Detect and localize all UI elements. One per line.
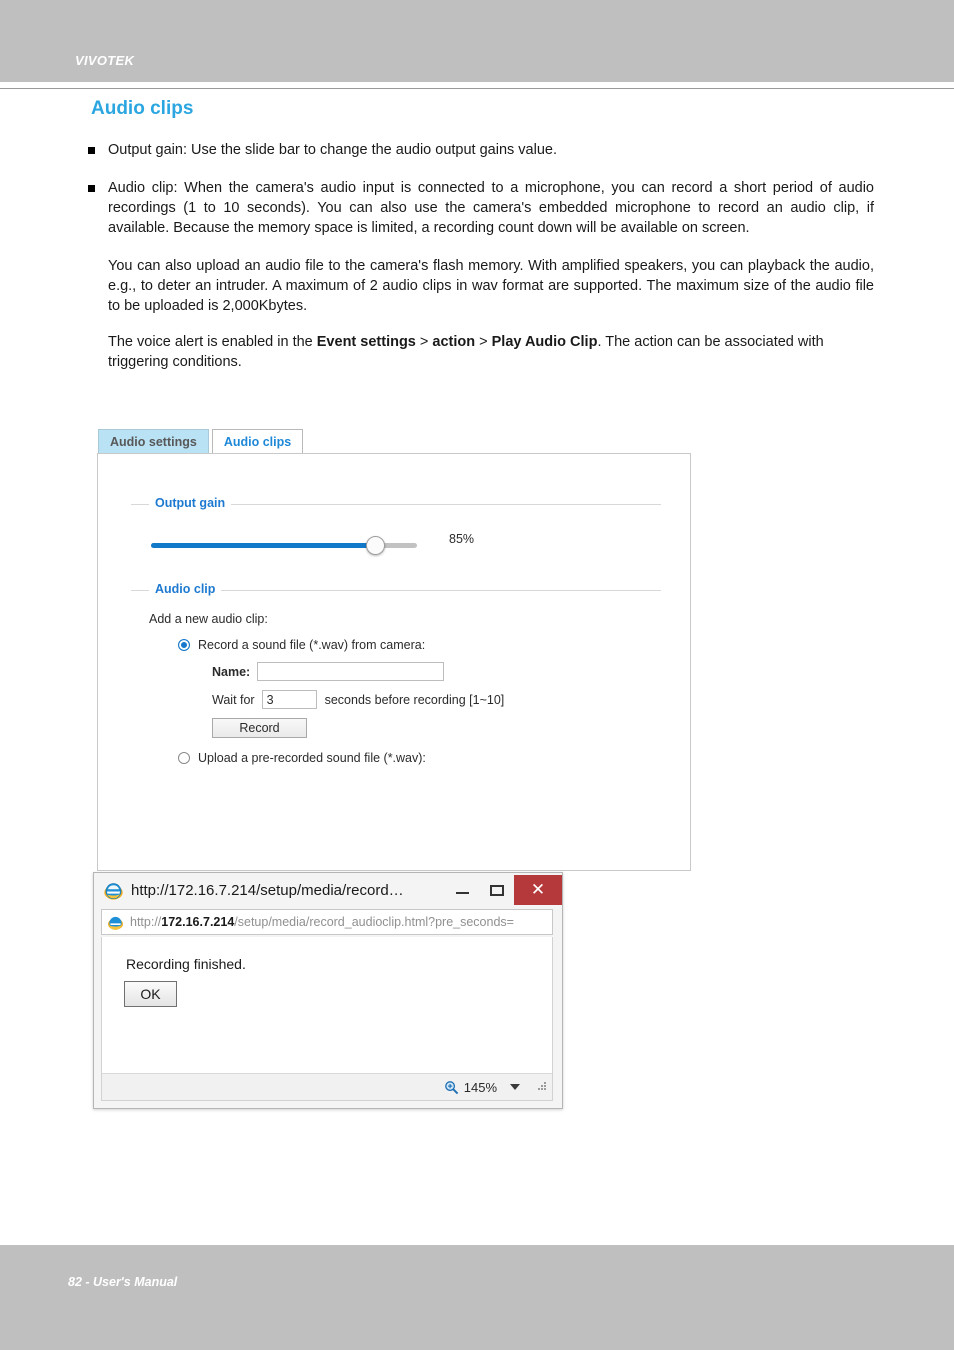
tab-audio-clips[interactable]: Audio clips <box>211 429 304 453</box>
ie-address-bar[interactable]: http://172.16.7.214/setup/media/record_a… <box>101 909 553 935</box>
add-new-clip-label: Add a new audio clip: <box>149 612 268 626</box>
name-label-colon: : <box>246 664 251 679</box>
wait-seconds-input[interactable] <box>261 690 317 709</box>
path-sep-1: > <box>415 334 433 350</box>
paragraph-voice-alert-text: The voice alert is enabled in the Event … <box>108 332 874 372</box>
bullet-audio-clip: Audio clip: When the camera's audio inpu… <box>88 178 874 238</box>
output-gain-legend: Output gain <box>149 496 232 510</box>
path-action: action <box>432 334 476 350</box>
bullet-audio-clip-text: Audio clip: When the camera's audio inpu… <box>108 180 874 236</box>
clip-name-input[interactable] <box>257 662 445 681</box>
bullet-output-gain: Output gain: Use the slide bar to change… <box>88 140 874 160</box>
paragraph-upload-info: You can also upload an audio file to the… <box>108 256 874 316</box>
page-header-band <box>0 0 954 82</box>
ie-page-content: Recording finished. OK <box>101 937 553 1074</box>
zoom-magnifier-icon[interactable] <box>444 1080 459 1095</box>
ie-url-text: http://172.16.7.214/setup/media/record_a… <box>130 915 514 929</box>
wait-field-row: Wait for seconds before recording [1~10] <box>212 690 649 709</box>
paragraph-upload-info-text: You can also upload an audio file to the… <box>108 258 874 314</box>
radio-upload-label: Upload a pre-recorded sound file (*.wav)… <box>198 751 426 765</box>
vivotek-logo: VIVOTEK <box>75 53 135 68</box>
radio-record-from-camera[interactable] <box>178 639 190 651</box>
document-body: Output gain: Use the slide bar to change… <box>88 140 874 388</box>
footer-page-label: 82 - User's Manual <box>68 1275 178 1289</box>
internet-explorer-icon <box>104 882 123 900</box>
audio-clip-form: Add a new audio clip: Record a sound fil… <box>149 612 649 775</box>
ie-titlebar[interactable]: http://172.16.7.214/setup/media/record… … <box>94 873 562 907</box>
bullet-output-gain-text: Output gain: Use the slide bar to change… <box>108 142 558 158</box>
radio-row-record[interactable]: Record a sound file (*.wav) from camera: <box>178 638 649 652</box>
audio-clip-legend: Audio clip <box>149 582 222 596</box>
resize-grip-icon[interactable] <box>536 1081 547 1093</box>
url-path: /setup/media/record_audioclip.html?pre_s… <box>234 915 514 929</box>
tab-audio-settings[interactable]: Audio settings <box>98 429 209 453</box>
page-footer-band <box>0 1245 954 1350</box>
path-play-audio-clip: Play Audio Clip <box>491 334 598 350</box>
header-divider <box>0 88 954 89</box>
radio-record-label: Record a sound file (*.wav) from camera: <box>198 638 426 652</box>
chevron-down-icon[interactable] <box>510 1084 520 1090</box>
tab-bar: Audio settings Audio clips <box>98 429 304 453</box>
url-host: 172.16.7.214 <box>161 915 235 929</box>
name-label: Name: <box>212 665 250 679</box>
paragraph-voice-alert: The voice alert is enabled in the Event … <box>108 332 874 372</box>
close-button[interactable]: ✕ <box>514 875 562 905</box>
maximize-button[interactable] <box>480 875 514 905</box>
square-bullet-icon <box>88 185 95 192</box>
ie-status-bar: 145% <box>101 1073 553 1101</box>
ok-button[interactable]: OK <box>124 981 177 1007</box>
record-button[interactable]: Record <box>212 718 307 738</box>
minimize-button[interactable] <box>446 875 480 905</box>
internet-explorer-small-icon <box>108 916 123 930</box>
wait-for-label: Wait for <box>212 692 255 707</box>
audio-settings-panel: Output gain 85% Audio clip Add a new aud… <box>97 453 691 871</box>
radio-upload-prerecorded[interactable] <box>178 752 190 764</box>
voice-alert-pre: The voice alert is enabled in the <box>108 334 317 350</box>
slider-fill <box>151 543 375 548</box>
output-gain-slider[interactable] <box>151 535 421 555</box>
ie-dialog-window: http://172.16.7.214/setup/media/record… … <box>93 872 563 1109</box>
path-sep-2: > <box>475 334 492 350</box>
wait-suffix-label: seconds before recording [1~10] <box>324 692 505 707</box>
page-title: Audio clips <box>91 98 194 119</box>
path-event-settings: Event settings <box>316 334 416 350</box>
radio-row-upload[interactable]: Upload a pre-recorded sound file (*.wav)… <box>178 751 649 765</box>
zoom-level-label[interactable]: 145% <box>464 1080 497 1095</box>
url-scheme: http:// <box>130 915 162 929</box>
slider-handle[interactable] <box>366 536 385 555</box>
output-gain-value: 85% <box>449 532 475 546</box>
ie-window-title: http://172.16.7.214/setup/media/record… <box>131 881 404 899</box>
square-bullet-icon <box>88 147 95 154</box>
recording-finished-message: Recording finished. <box>126 956 246 972</box>
name-label-text: Name <box>212 664 247 679</box>
name-field-row: Name: <box>212 662 649 681</box>
